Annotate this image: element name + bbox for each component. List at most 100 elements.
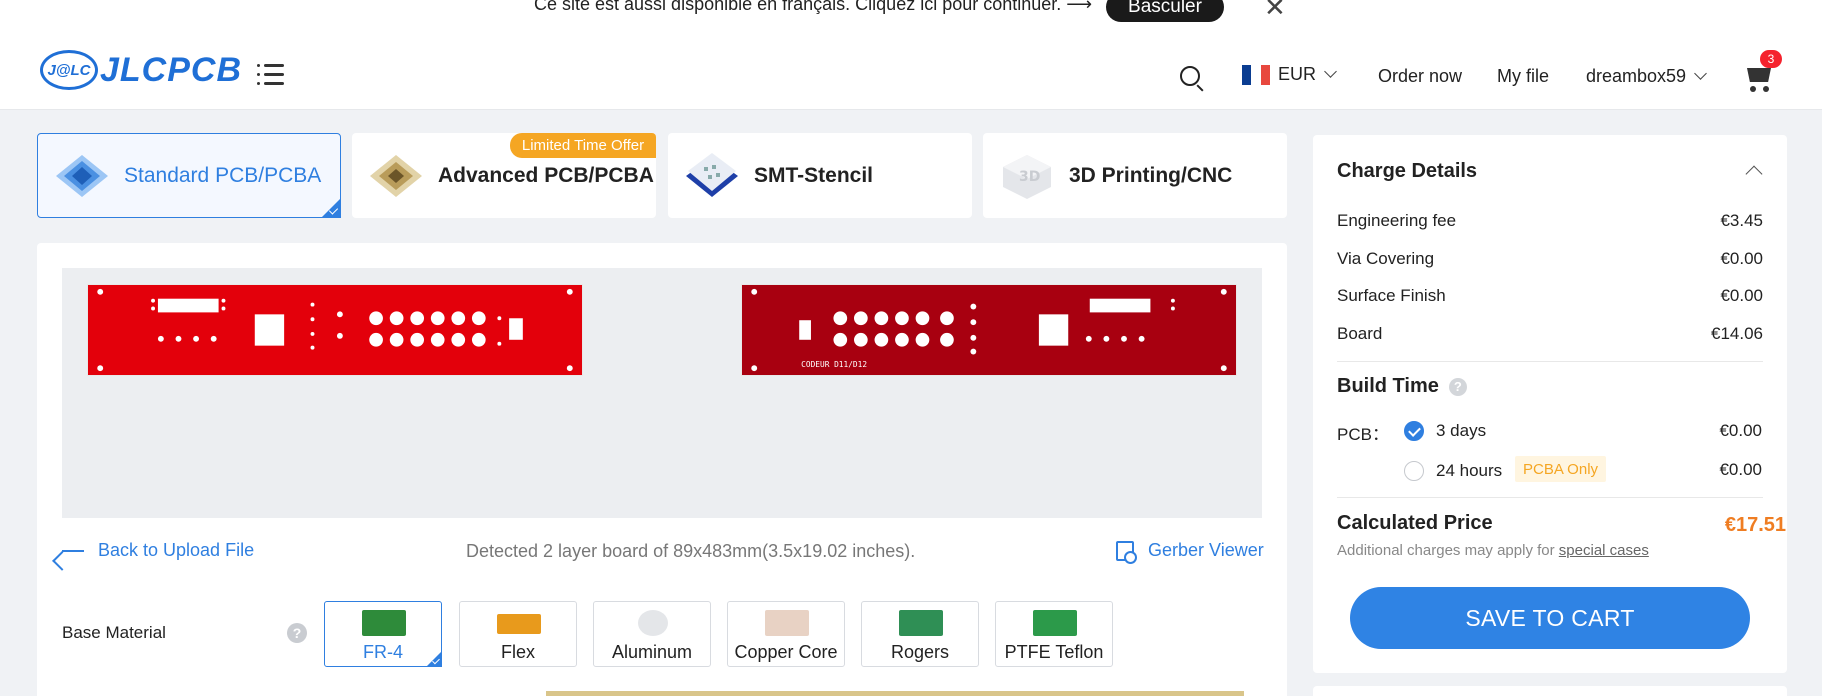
chevron-down-icon bbox=[1324, 65, 1337, 78]
3d-printing-icon: 3D bbox=[1003, 154, 1051, 199]
build-time-24hours-radio[interactable] bbox=[1404, 461, 1424, 481]
svg-text:3D: 3D bbox=[1019, 169, 1040, 185]
build-option-label[interactable]: 3 days bbox=[1436, 421, 1486, 441]
close-icon[interactable]: ✕ bbox=[1264, 0, 1286, 20]
fee-value: €0.00 bbox=[1720, 286, 1763, 305]
build-time-3days-radio[interactable] bbox=[1404, 421, 1424, 441]
help-icon[interactable]: ? bbox=[287, 623, 307, 643]
aluminum-board-icon bbox=[638, 610, 668, 636]
build-option-label[interactable]: 24 hours bbox=[1436, 461, 1502, 481]
currency-label: EUR bbox=[1278, 64, 1317, 84]
fee-value: €14.06 bbox=[1711, 324, 1763, 343]
charge-details-title: Charge Details bbox=[1337, 160, 1478, 182]
language-notice-text[interactable]: Ce site est aussi disponible en français… bbox=[534, 0, 1092, 15]
gerber-viewer-link[interactable]: Gerber Viewer bbox=[1116, 540, 1264, 564]
material-option-aluminum[interactable]: Aluminum bbox=[593, 601, 711, 667]
cart-icon[interactable] bbox=[1744, 64, 1774, 92]
tab-label: 3D Printing/CNC bbox=[1069, 163, 1233, 187]
fee-row: Surface Finish €0.00 bbox=[1337, 286, 1763, 306]
additional-charges-note: Additional charges may apply for special… bbox=[1337, 542, 1649, 559]
file-search-icon bbox=[1116, 540, 1137, 564]
my-file-link[interactable]: My file bbox=[1497, 66, 1549, 87]
limited-offer-badge: Limited Time Offer bbox=[510, 133, 656, 158]
fee-value: €0.00 bbox=[1720, 249, 1763, 268]
cart-count-badge: 3 bbox=[1760, 50, 1782, 68]
smt-stencil-icon bbox=[686, 152, 738, 197]
rogers-board-icon bbox=[899, 610, 943, 636]
fee-row: Board €14.06 bbox=[1337, 324, 1763, 344]
material-option-flex[interactable]: Flex bbox=[459, 601, 577, 667]
site-header: J@LC JLCPCB EUR Order now My file dreamb… bbox=[0, 28, 1822, 110]
order-now-link[interactable]: Order now bbox=[1378, 66, 1462, 87]
switch-language-button[interactable]: Basculer bbox=[1106, 0, 1224, 22]
build-time-label: Build Time bbox=[1337, 375, 1439, 397]
username: dreambox59 bbox=[1586, 66, 1687, 86]
fee-name: Surface Finish bbox=[1337, 286, 1446, 305]
fee-row: Via Covering €0.00 bbox=[1337, 249, 1763, 269]
fee-row: Engineering fee €3.45 bbox=[1337, 211, 1763, 231]
divider bbox=[1337, 497, 1763, 498]
pcb-top-preview bbox=[87, 284, 583, 376]
material-label: Rogers bbox=[890, 642, 950, 662]
material-option-copper-core[interactable]: Copper Core bbox=[727, 601, 845, 667]
fee-name: Board bbox=[1337, 324, 1383, 343]
material-option-fr4[interactable]: FR-4 bbox=[324, 601, 442, 667]
menu-list-icon[interactable] bbox=[257, 64, 284, 86]
selected-check-icon bbox=[426, 651, 442, 667]
logo-text: JLCPCB bbox=[100, 50, 243, 89]
save-to-cart-button[interactable]: SAVE TO CART bbox=[1350, 587, 1750, 649]
pcb-top-image bbox=[97, 288, 573, 372]
pcb-build-label: PCB： bbox=[1337, 425, 1389, 444]
special-cases-link[interactable]: special cases bbox=[1559, 542, 1649, 559]
user-menu[interactable]: dreambox59 bbox=[1586, 66, 1707, 87]
standard-pcb-icon bbox=[56, 154, 108, 197]
fr4-board-icon bbox=[362, 610, 406, 636]
logo-mark: J@LC bbox=[40, 50, 98, 90]
currency-selector[interactable]: EUR bbox=[1242, 64, 1337, 85]
material-label: FR-4 bbox=[363, 642, 403, 662]
material-label: Flex bbox=[500, 642, 535, 662]
build-time-title: Build Time ? bbox=[1337, 375, 1467, 398]
tab-label: Advanced PCB/PCBA bbox=[438, 163, 654, 187]
flex-board-icon bbox=[497, 614, 541, 634]
advanced-pcb-icon bbox=[370, 154, 422, 197]
tab-standard-pcb[interactable]: Standard PCB/PCBA bbox=[37, 133, 341, 218]
france-flag-icon bbox=[1242, 64, 1270, 85]
fee-name: Via Covering bbox=[1337, 249, 1435, 268]
base-material-label: Base Material bbox=[62, 623, 166, 642]
language-notice-bar: Ce site est aussi disponible en français… bbox=[0, 0, 1822, 28]
calculated-price-title: Calculated Price bbox=[1337, 512, 1493, 534]
pcba-only-badge: PCBA Only bbox=[1515, 456, 1607, 482]
chevron-down-icon bbox=[1694, 67, 1707, 80]
material-option-ptfe-teflon[interactable]: PTFE Teflon bbox=[995, 601, 1113, 667]
back-to-upload-link[interactable]: Back to Upload File bbox=[62, 540, 254, 561]
jlcpcb-logo[interactable]: J@LC JLCPCB bbox=[40, 50, 242, 90]
calculated-price-value: €17.51 bbox=[1724, 514, 1786, 536]
fee-value: €3.45 bbox=[1720, 211, 1763, 230]
copper-core-board-icon bbox=[765, 610, 809, 636]
material-option-rogers[interactable]: Rogers bbox=[861, 601, 979, 667]
pcb-silkscreen-label: CODEUR D11/D12 bbox=[801, 360, 867, 369]
material-label: PTFE Teflon bbox=[1004, 642, 1104, 662]
fee-name: Engineering fee bbox=[1337, 211, 1457, 230]
tab-label: Standard PCB/PCBA bbox=[124, 163, 322, 187]
pcb-bottom-image: CODEUR D11/D12 bbox=[751, 288, 1227, 372]
divider bbox=[1337, 361, 1763, 362]
search-icon[interactable] bbox=[1180, 66, 1200, 86]
selected-check-icon bbox=[321, 198, 341, 218]
arrow-left-icon bbox=[62, 549, 84, 552]
material-label: Aluminum bbox=[611, 642, 693, 662]
detected-board-info: Detected 2 layer board of 89x483mm(3.5x1… bbox=[466, 541, 916, 561]
build-option-price: €0.00 bbox=[1719, 460, 1762, 479]
gerber-viewer-label: Gerber Viewer bbox=[1148, 540, 1264, 560]
help-icon[interactable]: ? bbox=[1448, 377, 1467, 396]
tab-smt-stencil[interactable]: SMT-Stencil bbox=[668, 133, 972, 218]
note-text: Additional charges may apply for bbox=[1337, 542, 1559, 559]
tab-3d-printing-cnc[interactable]: 3D 3D Printing/CNC bbox=[983, 133, 1287, 218]
secondary-panel bbox=[1313, 686, 1787, 696]
material-label: Copper Core bbox=[734, 642, 838, 662]
ptfe-board-icon bbox=[1033, 610, 1077, 636]
next-option-row-preview bbox=[546, 691, 1244, 696]
pcb-bottom-preview: CODEUR D11/D12 bbox=[741, 284, 1237, 376]
tab-label: SMT-Stencil bbox=[754, 163, 874, 187]
